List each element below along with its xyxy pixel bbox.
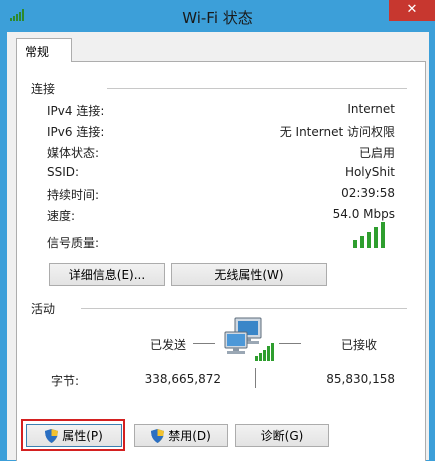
disable-button-label: 禁用(D) bbox=[168, 429, 211, 443]
uac-shield-icon bbox=[151, 428, 165, 443]
bytes-label: 字节: bbox=[51, 374, 80, 388]
signal-quality-label: 信号质量: bbox=[47, 236, 100, 250]
window-title: Wi-Fi 状态 bbox=[182, 9, 253, 27]
activity-group-divider bbox=[81, 308, 407, 309]
properties-highlight-box bbox=[21, 419, 125, 451]
tab-general[interactable]: 常规 bbox=[16, 38, 72, 62]
close-button[interactable]: ✕ bbox=[389, 0, 435, 21]
sent-label: 已发送 bbox=[150, 338, 187, 352]
ipv6-label: IPv6 连接: bbox=[47, 125, 105, 139]
received-label: 已接收 bbox=[341, 338, 378, 352]
ipv6-value: 无 Internet 访问权限 bbox=[279, 125, 395, 139]
sent-line bbox=[193, 343, 215, 344]
connection-group-label: 连接 bbox=[31, 80, 60, 97]
diagnose-button[interactable]: 诊断(G) bbox=[235, 424, 329, 447]
activity-group-label: 活动 bbox=[31, 300, 60, 317]
close-icon: ✕ bbox=[406, 2, 418, 17]
title-bar[interactable]: Wi-Fi 状态 ✕ bbox=[0, 0, 435, 32]
connection-group-divider bbox=[107, 88, 407, 89]
dialog-body: 常规 连接 IPv4 连接: Internet IPv6 连接: 无 Inter… bbox=[7, 32, 429, 461]
media-state-value: 已启用 bbox=[358, 146, 395, 160]
ipv4-value: Internet bbox=[347, 102, 395, 116]
speed-label: 速度: bbox=[47, 209, 76, 223]
duration-value: 02:39:58 bbox=[341, 186, 395, 200]
general-panel: 连接 IPv4 连接: Internet IPv6 连接: 无 Internet… bbox=[16, 61, 426, 461]
wireless-properties-button[interactable]: 无线属性(W) bbox=[171, 263, 327, 286]
ipv4-label: IPv4 连接: bbox=[47, 104, 105, 118]
signal-quality-icon bbox=[353, 222, 385, 248]
bytes-divider bbox=[255, 368, 256, 388]
ssid-value: HolyShit bbox=[344, 165, 395, 179]
bytes-received-value: 85,830,158 bbox=[326, 372, 395, 386]
speed-value: 54.0 Mbps bbox=[332, 207, 395, 221]
received-line bbox=[279, 343, 301, 344]
tab-general-label: 常规 bbox=[25, 45, 50, 59]
duration-label: 持续时间: bbox=[47, 188, 100, 202]
network-computers-icon bbox=[224, 317, 274, 361]
media-state-label: 媒体状态: bbox=[47, 146, 100, 160]
ssid-label: SSID: bbox=[47, 165, 80, 179]
disable-button[interactable]: 禁用(D) bbox=[134, 424, 228, 447]
bytes-sent-value: 338,665,872 bbox=[144, 372, 221, 386]
details-button[interactable]: 详细信息(E)... bbox=[49, 263, 165, 286]
